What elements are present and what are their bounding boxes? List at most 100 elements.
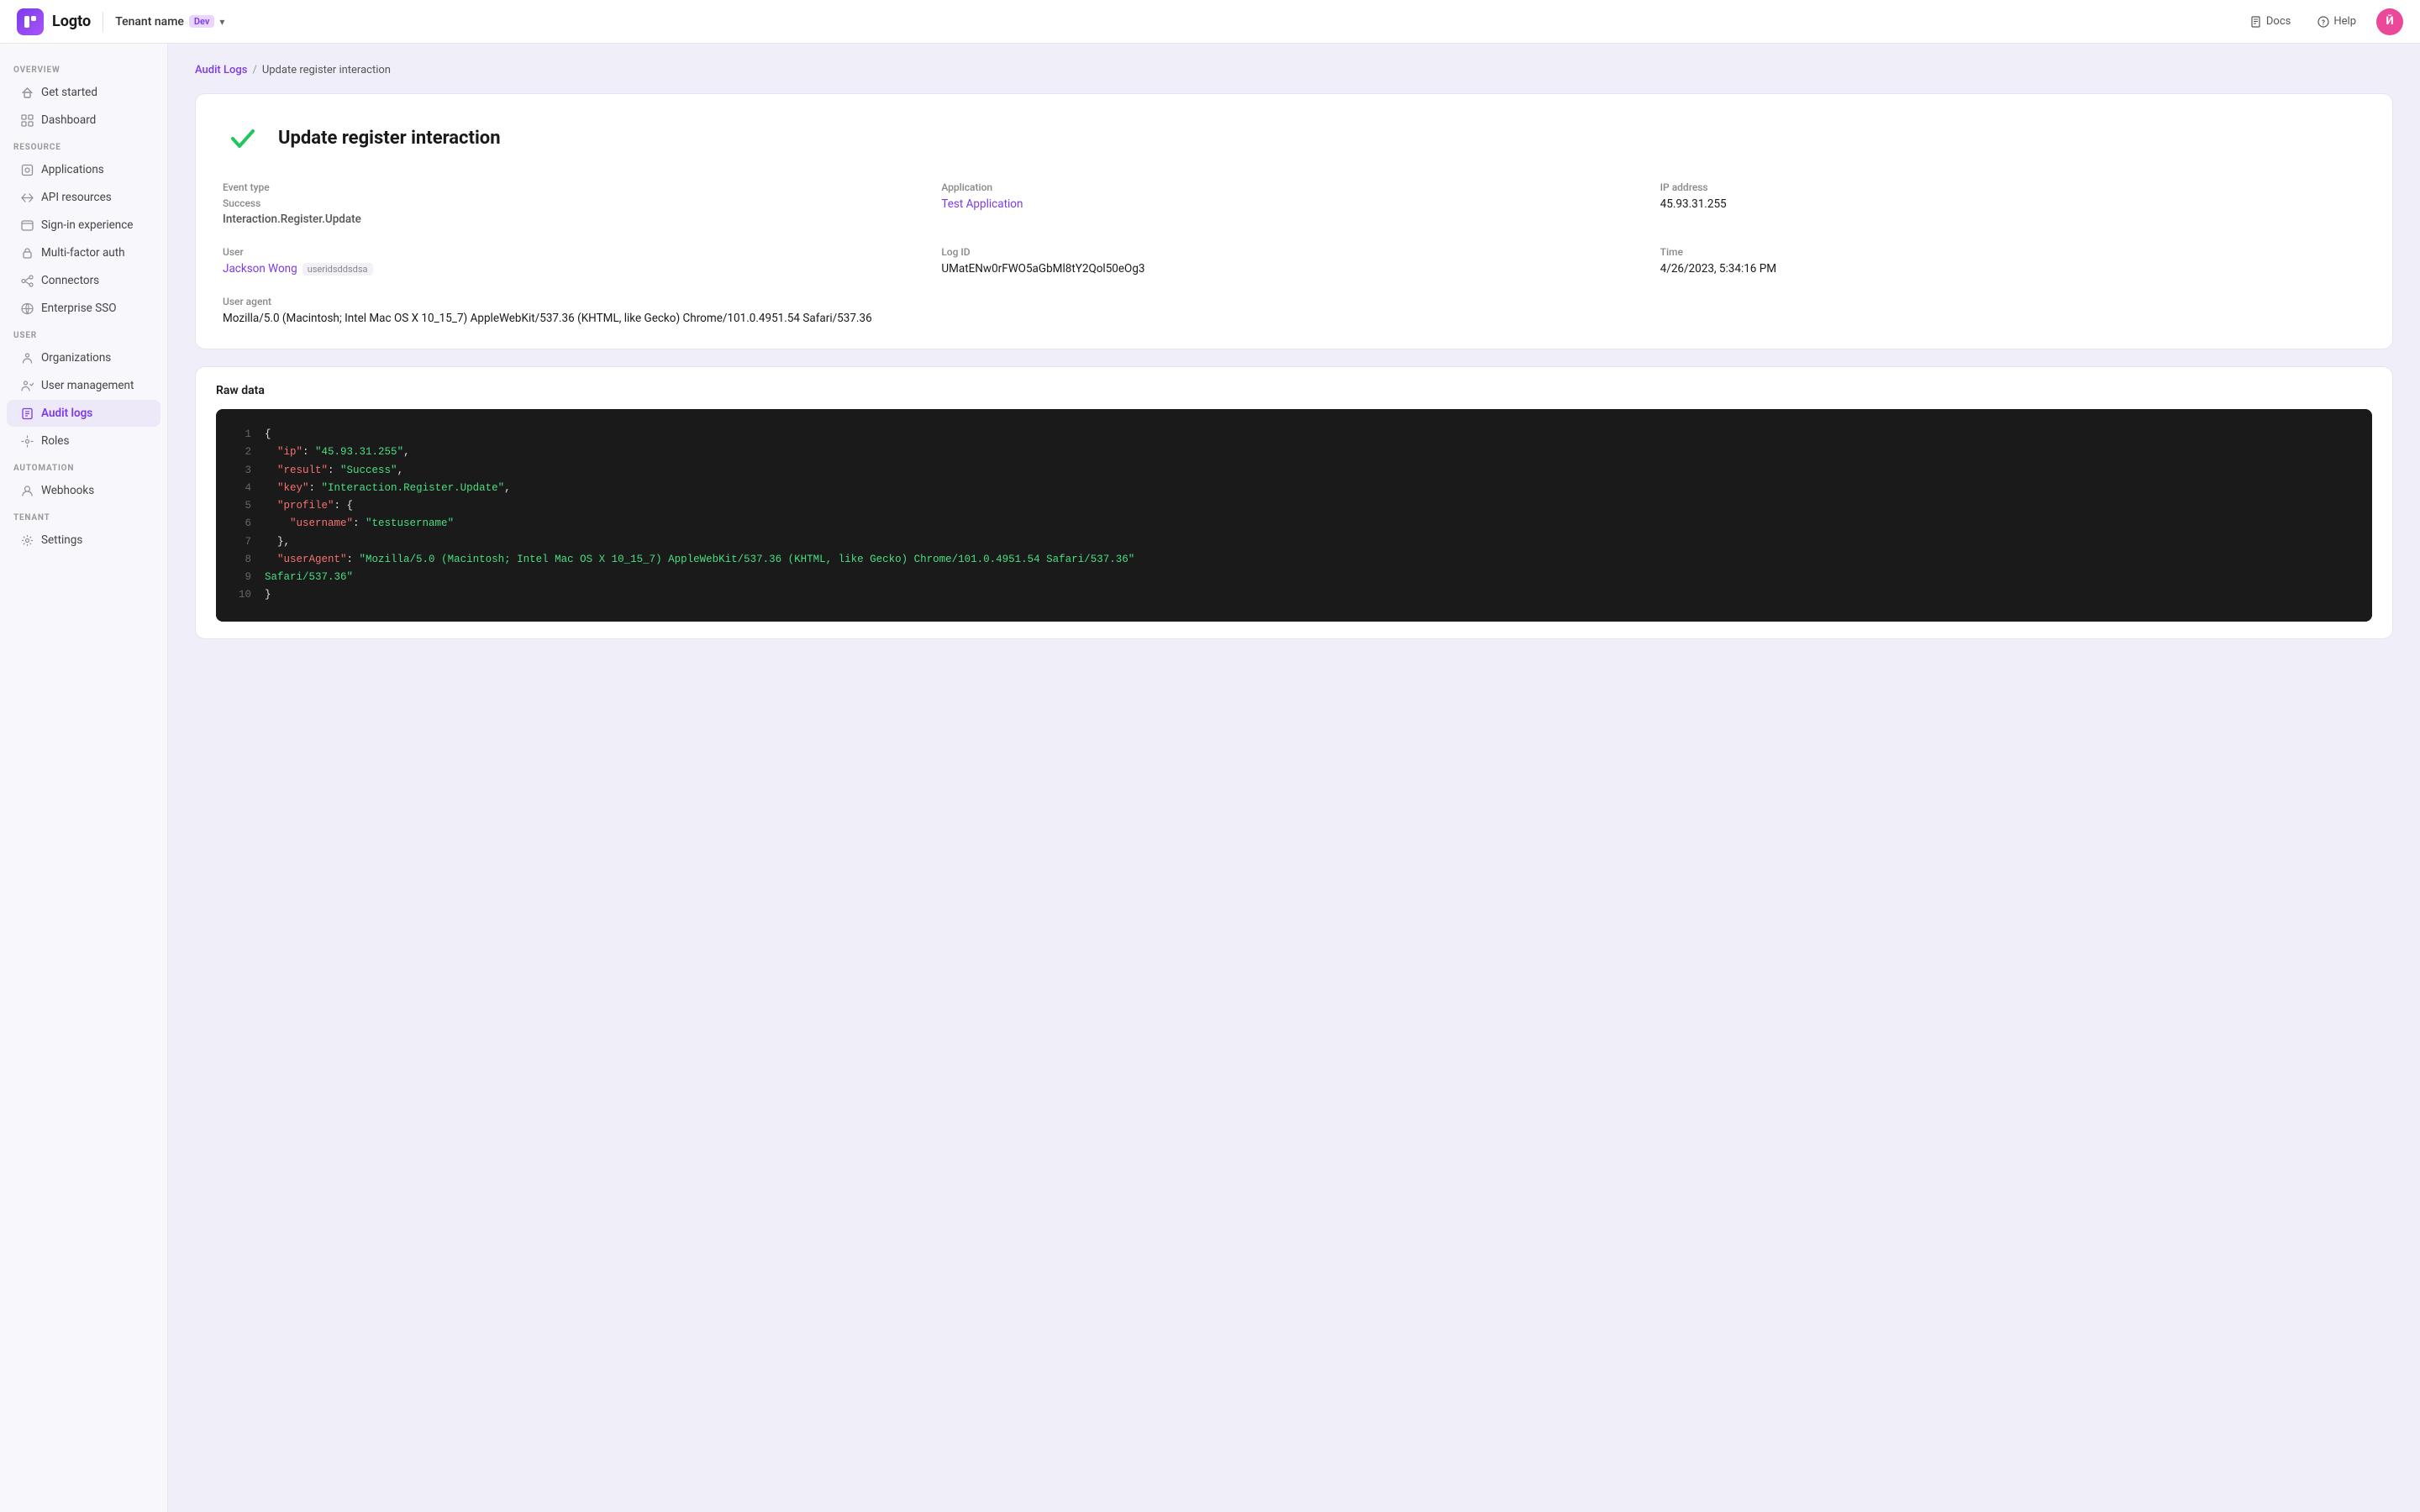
time-field: Time 4/26/2023, 5:34:16 PM: [1660, 246, 2365, 276]
mfa-label: Multi-factor auth: [41, 246, 125, 260]
tenant-env-badge: Dev: [189, 15, 215, 28]
dashboard-icon: [20, 113, 34, 127]
topnav: Logto Tenant name Dev ▾ Docs ? Help Й: [0, 0, 2420, 44]
organizations-label: Organizations: [41, 351, 111, 365]
time-label: Time: [1660, 246, 2365, 258]
event-header: Update register interaction: [223, 118, 2365, 158]
roles-icon: [20, 434, 34, 448]
code-line-6: 6 "username": "testusername": [236, 515, 2352, 533]
sidebar-item-get-started[interactable]: Get started: [7, 79, 160, 106]
settings-icon: [20, 533, 34, 547]
code-line-7: 7 },: [236, 533, 2352, 551]
application-value[interactable]: Test Application: [941, 197, 1646, 211]
event-type-field: Event type Success Interaction.Register.…: [223, 181, 928, 226]
status-indicator: Success: [223, 197, 928, 209]
user-management-label: User management: [41, 379, 134, 392]
sidebar-item-audit-logs[interactable]: Audit logs: [7, 400, 160, 427]
dashboard-label: Dashboard: [41, 113, 96, 127]
docs-icon: [2250, 16, 2262, 28]
code-line-8: 8 "userAgent": "Mozilla/5.0 (Macintosh; …: [236, 551, 2352, 569]
connectors-icon: [20, 274, 34, 287]
get-started-label: Get started: [41, 86, 97, 99]
event-type-label: Event type: [223, 181, 928, 193]
sidebar-item-api-resources[interactable]: API resources: [7, 184, 160, 211]
success-check-icon: [223, 118, 263, 158]
tenant-selector[interactable]: Tenant name Dev ▾: [115, 15, 224, 29]
event-type-value: Success Interaction.Register.Update: [223, 197, 928, 226]
sign-in-experience-label: Sign-in experience: [41, 218, 133, 232]
application-field: Application Test Application: [941, 181, 1646, 226]
sidebar-item-mfa[interactable]: Multi-factor auth: [7, 239, 160, 266]
logo-text: Logto: [52, 13, 91, 30]
breadcrumb-separator: /: [252, 64, 256, 76]
sidebar-item-connectors[interactable]: Connectors: [7, 267, 160, 294]
main-content: Audit Logs / Update register interaction…: [168, 44, 2420, 1512]
webhooks-icon: [20, 484, 34, 497]
help-button[interactable]: ? Help: [2311, 12, 2363, 31]
connectors-label: Connectors: [41, 274, 99, 287]
breadcrumb-parent[interactable]: Audit Logs: [195, 64, 247, 76]
code-line-2: 2 "ip": "45.93.31.255",: [236, 444, 2352, 461]
sidebar: OVERVIEW Get started Dashboard RESOURCE …: [0, 44, 168, 1512]
automation-section-label: AUTOMATION: [0, 455, 167, 476]
code-line-5: 5 "profile": {: [236, 497, 2352, 515]
time-value: 4/26/2023, 5:34:16 PM: [1660, 262, 2365, 276]
log-id-value: UMatENw0rFWO5aGbMl8tY2Qol50eOg3: [941, 262, 1646, 276]
code-line-9: 9 Safari/537.36": [236, 569, 2352, 586]
ip-label: IP address: [1660, 181, 2365, 193]
event-title: Update register interaction: [278, 128, 501, 149]
fields-grid: Event type Success Interaction.Register.…: [223, 181, 2365, 325]
layout: OVERVIEW Get started Dashboard RESOURCE …: [0, 0, 2420, 1512]
breadcrumb: Audit Logs / Update register interaction: [195, 64, 2393, 76]
code-block: 1 { 2 "ip": "45.93.31.255", 3 "result": …: [216, 409, 2372, 622]
api-resources-label: API resources: [41, 191, 112, 204]
application-label: Application: [941, 181, 1646, 193]
avatar[interactable]: Й: [2376, 8, 2403, 35]
overview-section-label: OVERVIEW: [0, 57, 167, 78]
logo-icon: [17, 8, 44, 35]
mfa-icon: [20, 246, 34, 260]
sidebar-item-organizations[interactable]: Organizations: [7, 344, 160, 371]
docs-button[interactable]: Docs: [2244, 12, 2297, 31]
tenant-name: Tenant name: [115, 15, 184, 29]
user-section-label: USER: [0, 323, 167, 344]
user-value-container: Jackson Wong useridsddsdsa: [223, 262, 928, 276]
sidebar-item-settings[interactable]: Settings: [7, 527, 160, 554]
nav-right: Docs ? Help Й: [2244, 8, 2403, 35]
sidebar-item-sign-in-experience[interactable]: Sign-in experience: [7, 212, 160, 239]
help-label: Help: [2333, 15, 2356, 28]
log-id-label: Log ID: [941, 246, 1646, 258]
user-agent-value: Mozilla/5.0 (Macintosh; Intel Mac OS X 1…: [223, 312, 2365, 325]
get-started-icon: [20, 86, 34, 99]
sidebar-item-webhooks[interactable]: Webhooks: [7, 477, 160, 504]
code-line-4: 4 "key": "Interaction.Register.Update",: [236, 480, 2352, 497]
user-management-icon: [20, 379, 34, 392]
sidebar-item-user-management[interactable]: User management: [7, 372, 160, 399]
organizations-icon: [20, 351, 34, 365]
sidebar-item-applications[interactable]: Applications: [7, 156, 160, 183]
log-id-field: Log ID UMatENw0rFWO5aGbMl8tY2Qol50eOg3: [941, 246, 1646, 276]
applications-icon: [20, 163, 34, 176]
tenant-section-label: TENANT: [0, 505, 167, 526]
user-agent-label: User agent: [223, 296, 2365, 307]
ip-value: 45.93.31.255: [1660, 197, 2365, 211]
code-line-1: 1 {: [236, 426, 2352, 444]
enterprise-sso-icon: [20, 302, 34, 315]
sidebar-item-dashboard[interactable]: Dashboard: [7, 107, 160, 134]
raw-data-card: Raw data 1 { 2 "ip": "45.93.31.255", 3 "…: [195, 366, 2393, 639]
user-label: User: [223, 246, 928, 258]
audit-logs-label: Audit logs: [41, 407, 92, 420]
enterprise-sso-label: Enterprise SSO: [41, 302, 117, 315]
code-line-10: 10 }: [236, 586, 2352, 604]
chevron-down-icon: ▾: [219, 16, 224, 28]
user-field: User Jackson Wong useridsddsdsa: [223, 246, 928, 276]
logo-area[interactable]: Logto: [17, 8, 91, 35]
api-resources-icon: [20, 191, 34, 204]
sidebar-item-enterprise-sso[interactable]: Enterprise SSO: [7, 295, 160, 322]
roles-label: Roles: [41, 434, 69, 448]
breadcrumb-current: Update register interaction: [262, 64, 391, 76]
sidebar-item-roles[interactable]: Roles: [7, 428, 160, 454]
settings-label: Settings: [41, 533, 82, 547]
audit-logs-icon: [20, 407, 34, 420]
user-name[interactable]: Jackson Wong: [223, 262, 297, 276]
